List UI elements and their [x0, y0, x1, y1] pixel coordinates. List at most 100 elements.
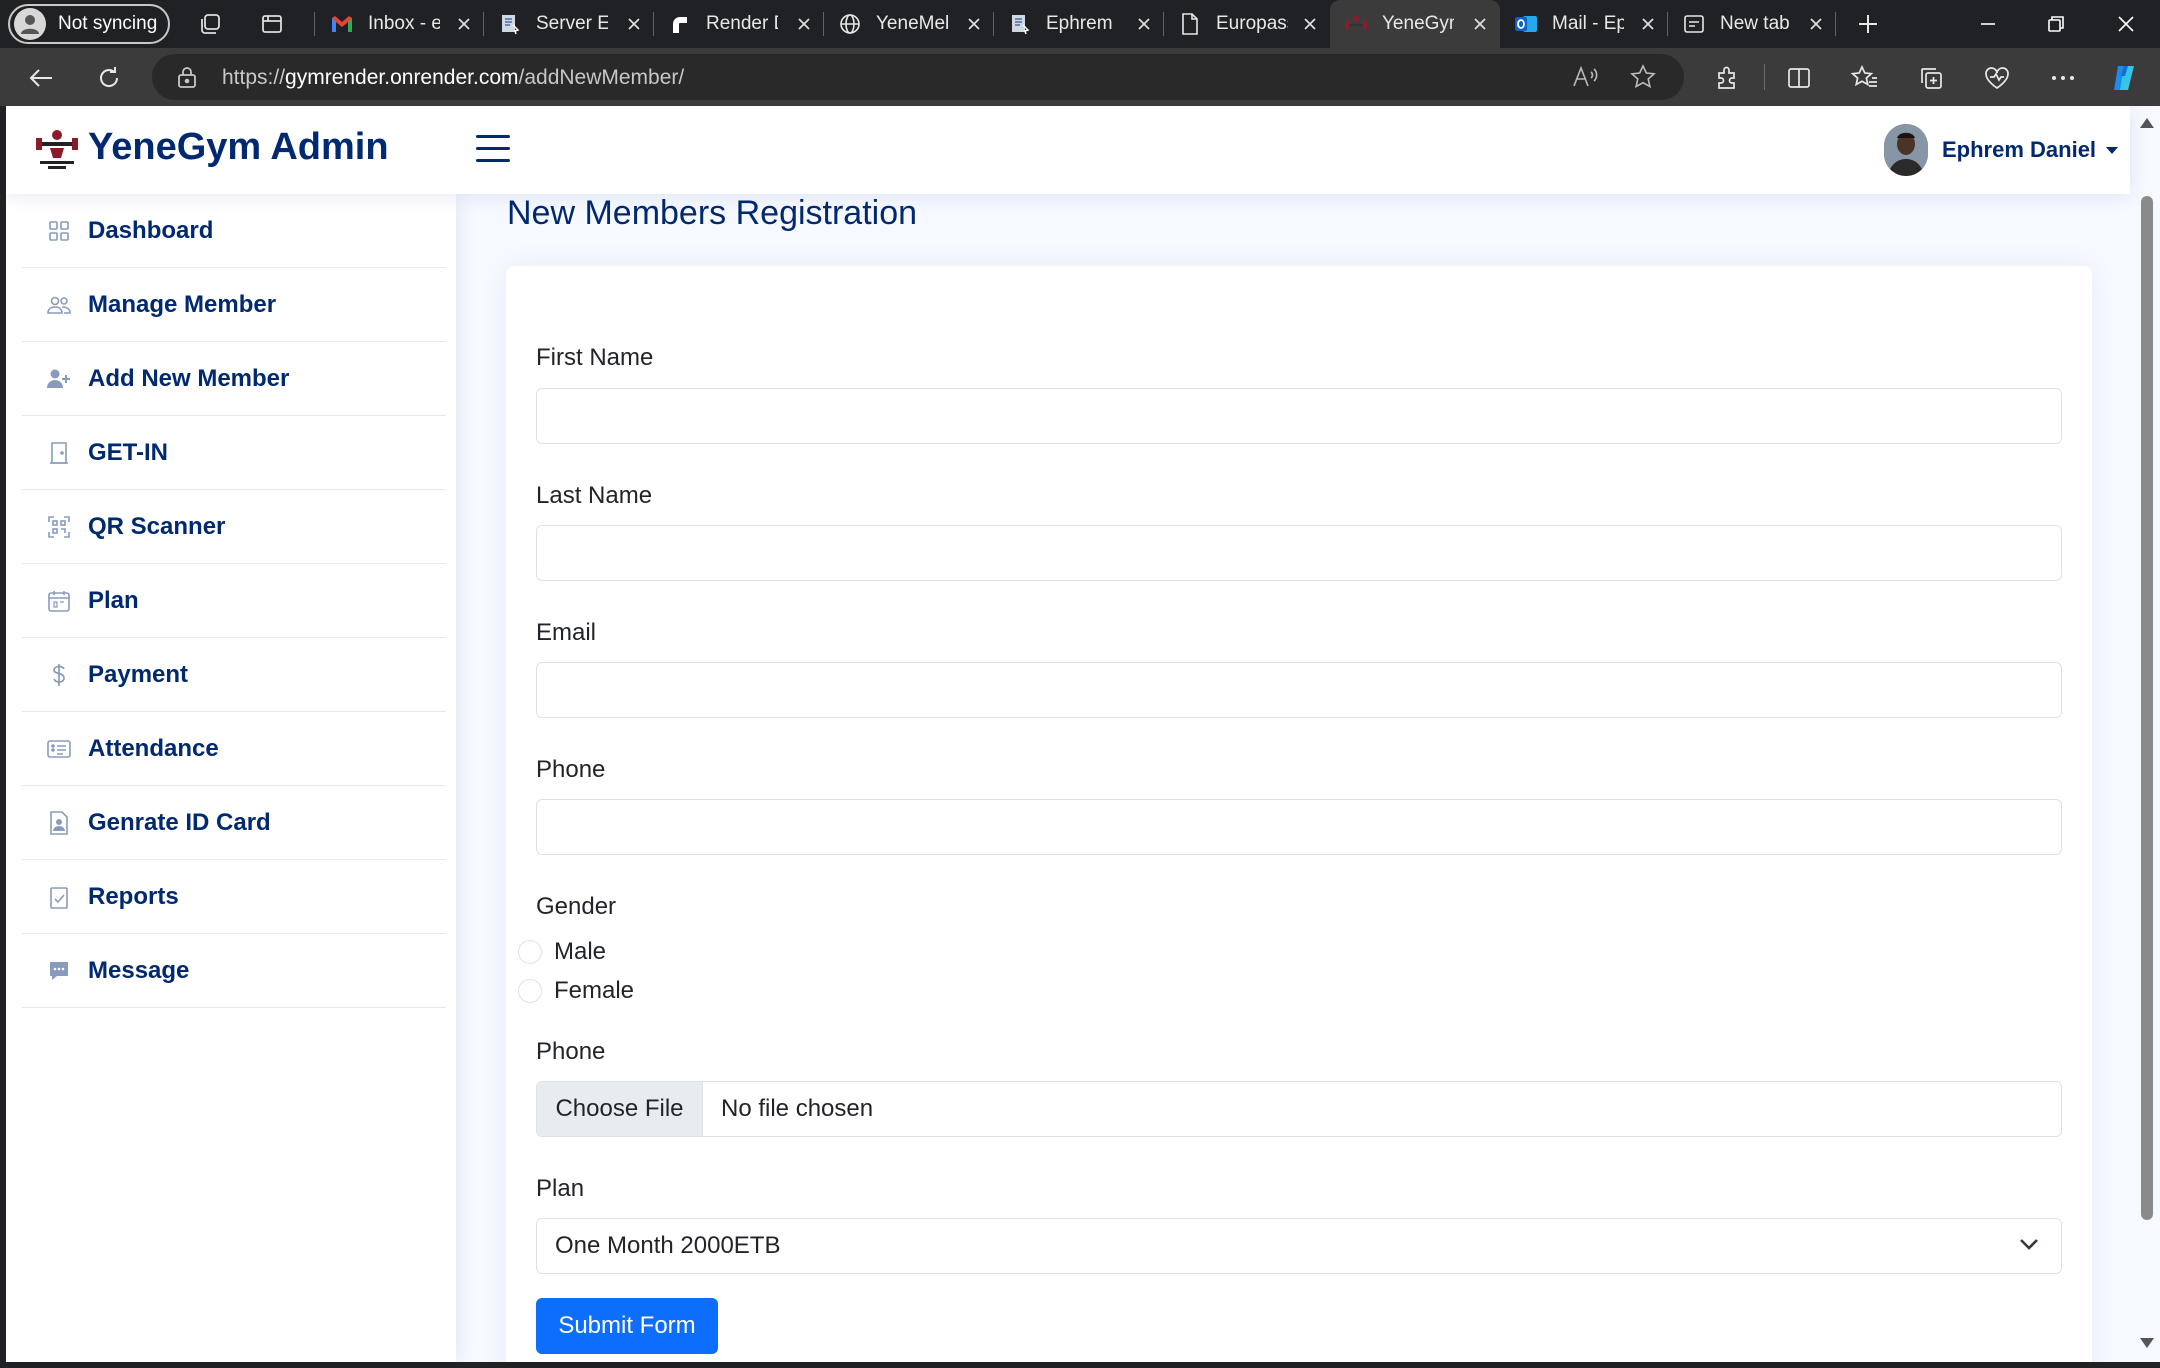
sidebar-item-label: Payment	[88, 660, 189, 688]
plan-select[interactable]: One Month 2000ETB	[536, 1218, 2062, 1274]
gym-logo-icon[interactable]	[34, 128, 80, 170]
more-options-icon[interactable]	[2048, 63, 2078, 93]
browser-tab[interactable]: Render D	[654, 0, 824, 48]
tab-title: Inbox - e	[368, 13, 440, 34]
sidebar-item-qr-scanner[interactable]: QR Scanner	[22, 490, 446, 564]
sidebar-item-add-new-member[interactable]: Add New Member	[22, 342, 446, 416]
doc-icon	[498, 12, 522, 36]
sidebar-item-label: Plan	[88, 586, 139, 614]
lock-icon[interactable]	[176, 65, 198, 89]
sidebar-item-manage-member[interactable]: Manage Member	[22, 268, 446, 342]
gender-label: Gender	[536, 893, 617, 920]
sidebar-item-payment[interactable]: Payment	[22, 638, 446, 712]
radio-label: Female	[554, 977, 635, 1004]
browser-tab[interactable]: Ephrem I	[994, 0, 1164, 48]
sidebar-item-genrate-id-card[interactable]: Genrate ID Card	[22, 786, 446, 860]
toggle-sidebar-icon[interactable]	[476, 133, 512, 165]
phone-label: Phone	[536, 756, 606, 783]
close-tab-icon[interactable]	[794, 14, 814, 34]
female-radio[interactable]	[518, 979, 542, 1003]
sidebar-item-dashboard[interactable]: Dashboard	[22, 194, 446, 268]
browser-tab[interactable]: New tab	[1668, 0, 1836, 48]
page-scrollbar[interactable]	[2130, 106, 2160, 1362]
user-name: Ephrem Daniel	[1942, 137, 2097, 162]
browser-tab[interactable]: Inbox - e	[316, 0, 484, 48]
male-radio[interactable]	[518, 940, 542, 964]
sidebar-item-reports[interactable]: Reports	[22, 860, 446, 934]
gender-option-female[interactable]: Female	[518, 976, 634, 1006]
sidebar-item-get-in[interactable]: GET-IN	[22, 416, 446, 490]
page-viewport: YeneGym Admin Ephrem Daniel Dashboard Ma…	[6, 106, 2160, 1362]
calendar-icon	[46, 588, 72, 614]
collections-icon[interactable]	[1916, 63, 1946, 93]
people-icon	[46, 292, 72, 318]
plan-label: Plan	[536, 1175, 585, 1202]
page-icon	[1178, 12, 1202, 36]
extensions-icon[interactable]	[1712, 63, 1742, 93]
email-input[interactable]	[536, 662, 2062, 718]
close-tab-icon[interactable]	[1134, 14, 1154, 34]
tab-title: Mail - Ep	[1552, 13, 1624, 34]
close-window-icon[interactable]	[2104, 6, 2148, 42]
photo-file-input[interactable]: Choose File No file chosen	[536, 1081, 2062, 1137]
phone-input[interactable]	[536, 799, 2062, 855]
choose-file-button[interactable]: Choose File	[537, 1082, 703, 1136]
browser-tab[interactable]: Europass	[1164, 0, 1330, 48]
split-screen-icon[interactable]	[1784, 63, 1814, 93]
brand-title[interactable]: YeneGym Admin	[88, 126, 389, 169]
scrollbar-thumb[interactable]	[2141, 196, 2153, 1220]
tab-title: Ephrem I	[1046, 13, 1118, 34]
workspaces-icon[interactable]	[196, 10, 224, 38]
sidebar-item-attendance[interactable]: Attendance	[22, 712, 446, 786]
first-name-input[interactable]	[536, 388, 2062, 444]
favorites-icon[interactable]	[1850, 63, 1880, 93]
minimize-icon[interactable]	[1966, 6, 2010, 42]
close-tab-icon[interactable]	[1470, 14, 1490, 34]
qr-scan-icon	[46, 514, 72, 540]
browser-tab-active[interactable]: YeneGym	[1330, 0, 1500, 48]
browser-essentials-icon[interactable]	[1982, 63, 2012, 93]
caret-down-icon	[2106, 146, 2119, 154]
close-tab-icon[interactable]	[1300, 14, 1320, 34]
close-tab-icon[interactable]	[1638, 14, 1658, 34]
tab-divider	[314, 12, 315, 36]
sidebar-item-message[interactable]: Message	[22, 934, 446, 1008]
sidebar-item-label: Genrate ID Card	[88, 808, 271, 836]
submit-form-button[interactable]: Submit Form	[536, 1298, 718, 1354]
close-tab-icon[interactable]	[964, 14, 984, 34]
favorite-star-icon[interactable]	[1630, 64, 1656, 90]
read-aloud-icon[interactable]	[1572, 64, 1598, 90]
profile-avatar-icon	[14, 8, 46, 40]
user-profile-dropdown[interactable]: Ephrem Daniel	[1884, 124, 2119, 176]
browser-tab[interactable]: Mail - Ep	[1500, 0, 1668, 48]
sidebar-item-plan[interactable]: Plan	[22, 564, 446, 638]
last-name-input[interactable]	[536, 525, 2062, 581]
profile-button[interactable]: Not syncing	[8, 4, 170, 44]
new-tab-plus-icon[interactable]	[1854, 10, 1882, 38]
scroll-down-arrow-icon[interactable]	[2140, 1338, 2154, 1348]
scroll-up-arrow-icon[interactable]	[2140, 118, 2154, 128]
url-text[interactable]: https://gymrender.onrender.com/addNewMem…	[222, 66, 684, 90]
sidebar-item-label: Dashboard	[88, 216, 214, 244]
back-arrow-icon[interactable]	[26, 63, 56, 93]
refresh-icon[interactable]	[94, 63, 124, 93]
sidebar-item-label: GET-IN	[88, 438, 169, 466]
tab-title: Render D	[706, 13, 778, 34]
close-tab-icon[interactable]	[454, 14, 474, 34]
sidebar: Dashboard Manage Member Add New Member G…	[6, 194, 456, 1362]
tab-title: New tab	[1720, 13, 1790, 34]
gender-option-male[interactable]: Male	[518, 937, 606, 967]
browser-tab[interactable]: Server Er	[484, 0, 654, 48]
card-list-icon	[46, 736, 72, 762]
close-tab-icon[interactable]	[1806, 14, 1826, 34]
restore-icon[interactable]	[2034, 6, 2078, 42]
close-tab-icon[interactable]	[624, 14, 644, 34]
browser-tab[interactable]: YeneMek	[824, 0, 994, 48]
tab-actions-icon[interactable]	[258, 10, 286, 38]
copilot-icon[interactable]	[2110, 63, 2140, 93]
address-bar[interactable]: https://gymrender.onrender.com/addNewMem…	[152, 54, 1684, 100]
gym-logo-icon	[1344, 12, 1368, 36]
clipboard-check-icon	[46, 884, 72, 910]
app-header: YeneGym Admin Ephrem Daniel	[6, 106, 2130, 194]
email-label: Email	[536, 619, 597, 646]
